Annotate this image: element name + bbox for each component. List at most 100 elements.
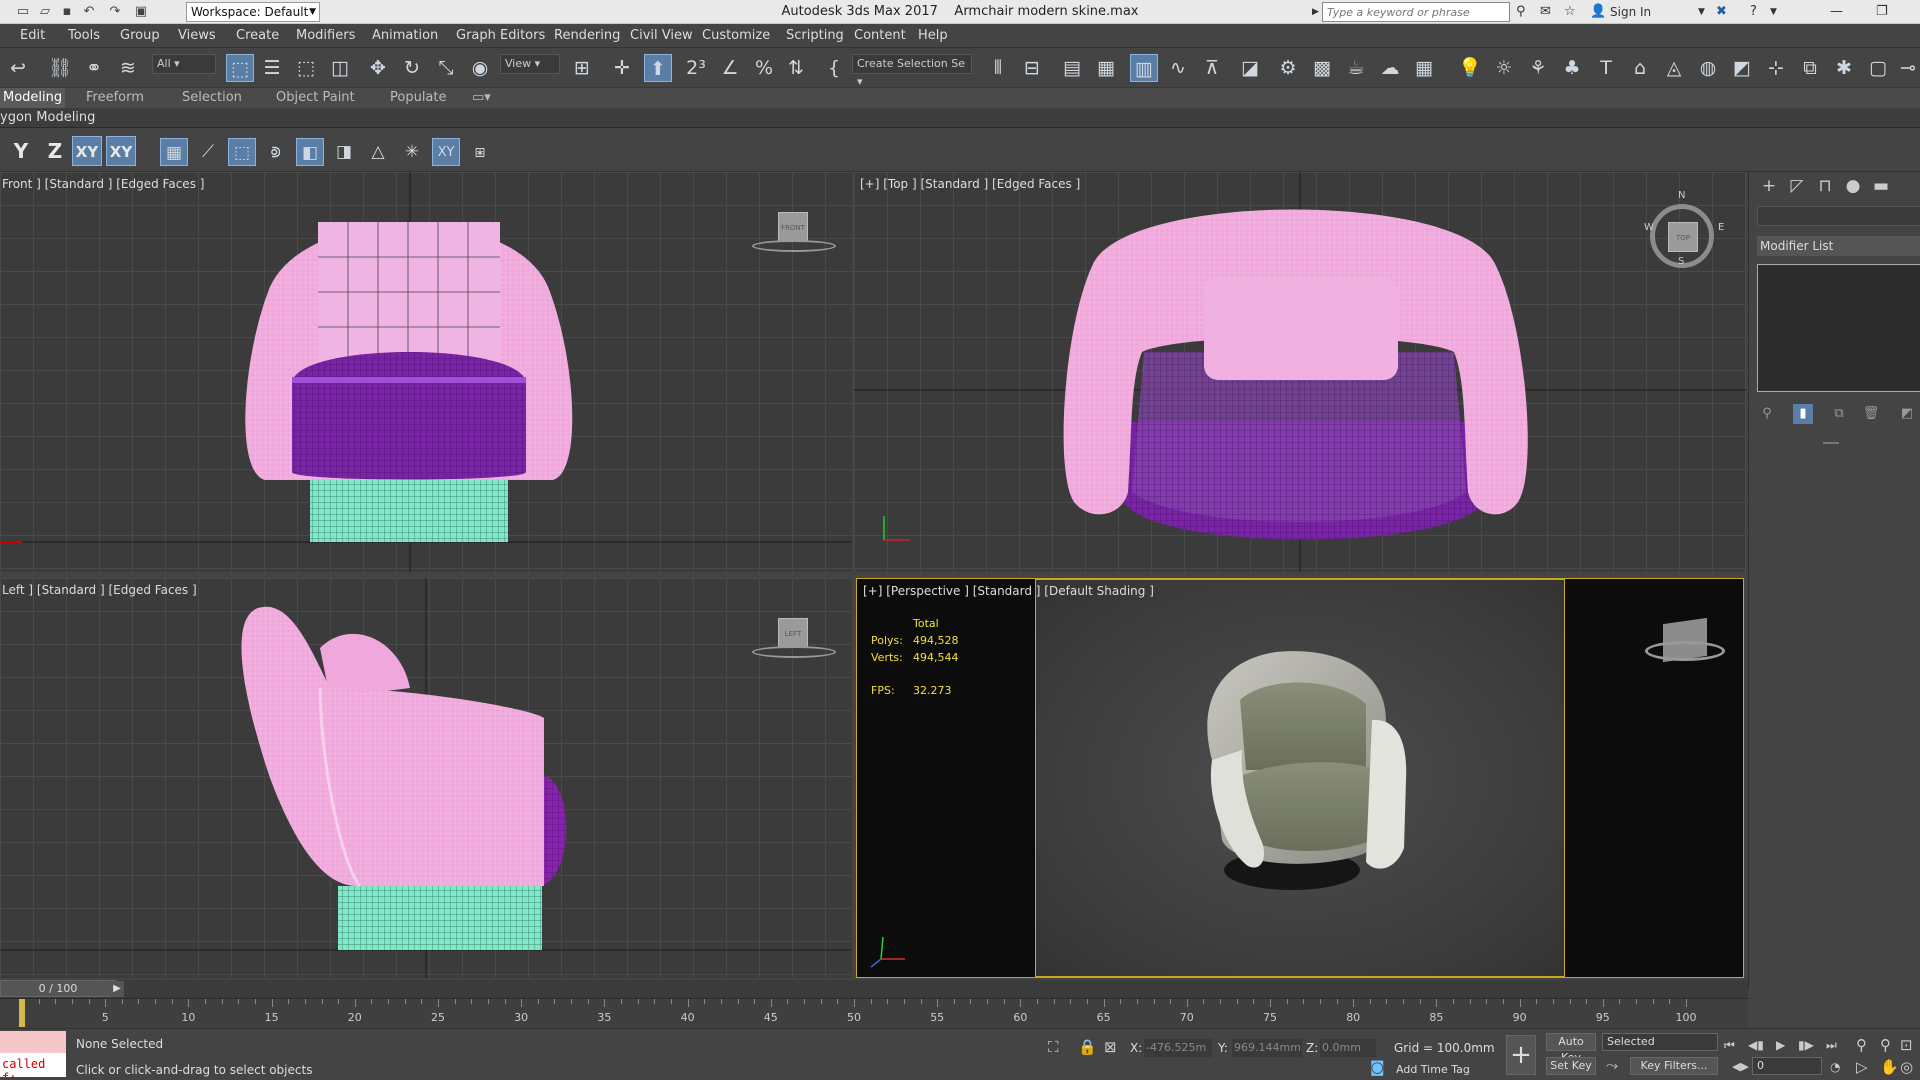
layer-explorer-icon[interactable]: ▦: [1092, 54, 1120, 82]
key-mode-toggle-icon[interactable]: ◀▶: [1732, 1057, 1749, 1077]
time-configuration-icon[interactable]: ◔: [1830, 1057, 1840, 1077]
orbit-view-icon[interactable]: ◎: [1900, 1057, 1913, 1077]
snap-bounding-box-icon[interactable]: ◨: [330, 138, 358, 166]
particle-icon[interactable]: ✱: [1830, 54, 1858, 82]
binoculars-icon[interactable]: ⚲: [1516, 3, 1526, 21]
add-time-tag-button[interactable]: Add Time Tag: [1396, 1063, 1470, 1076]
viewport-perspective[interactable]: [+] [Perspective ] [Standard ] [Default …: [856, 578, 1744, 978]
set-key-button[interactable]: Set Key: [1546, 1057, 1596, 1075]
time-tag-icon[interactable]: ◙: [1370, 1057, 1385, 1077]
track-bar[interactable]: 0510152025303540455055606570758085909510…: [0, 998, 1748, 1028]
toolbar-overflow-icon[interactable]: ⊸: [1894, 54, 1920, 82]
viewport-left[interactable]: Left ] [Standard ] [Edged Faces ] LEFT: [0, 578, 852, 978]
render-production-icon[interactable]: ☕: [1342, 54, 1370, 82]
selection-filter-dropdown[interactable]: All ▾: [152, 54, 216, 74]
tree-icon[interactable]: ♣: [1558, 54, 1586, 82]
help-icon[interactable]: ?: [1750, 3, 1757, 21]
snap-vertex-icon[interactable]: ⬚: [228, 138, 256, 166]
a360-gallery-icon[interactable]: ▦: [1410, 54, 1438, 82]
reference-coordinate-dropdown[interactable]: View ▾: [500, 54, 560, 74]
remove-modifier-icon[interactable]: 🗑: [1861, 404, 1881, 424]
current-frame-marker[interactable]: [19, 999, 25, 1027]
snap-options-icon[interactable]: ✳: [398, 138, 426, 166]
mirror-icon[interactable]: ⫴: [984, 54, 1012, 82]
redo-icon[interactable]: ↷: [106, 3, 124, 21]
scale-icon[interactable]: ⤡: [432, 54, 460, 82]
menu-group[interactable]: Group: [116, 24, 164, 48]
new-file-icon[interactable]: ▭: [14, 3, 32, 21]
spacing-tool-icon[interactable]: ⧉: [1796, 54, 1824, 82]
array-icon[interactable]: ⊹: [1762, 54, 1790, 82]
align-icon[interactable]: ⊟: [1018, 54, 1046, 82]
selection-lock-icon[interactable]: 🔒: [1078, 1037, 1097, 1057]
angle-snap-icon[interactable]: ∠: [716, 54, 744, 82]
modifier-list-dropdown[interactable]: Modifier List: [1757, 236, 1920, 256]
viewport-front[interactable]: Front ] [Standard ] [Edged Faces ] FRONT: [0, 172, 852, 572]
snap-tangent-icon[interactable]: △: [364, 138, 392, 166]
menu-civil-view[interactable]: Civil View: [626, 24, 697, 48]
favorites-star-icon[interactable]: ☆: [1564, 3, 1576, 21]
x-coord-field[interactable]: -476.525m: [1144, 1039, 1212, 1057]
helper-icon[interactable]: ⚘: [1524, 54, 1552, 82]
sign-in-link[interactable]: Sign In: [1610, 3, 1651, 21]
help-dropdown-icon[interactable]: ▼: [1770, 3, 1777, 21]
tab-object-paint[interactable]: Object Paint: [276, 88, 355, 108]
maxscript-listener[interactable]: called f:: [0, 1031, 66, 1080]
show-end-result-icon[interactable]: ▮: [1793, 404, 1813, 424]
axis-z-button[interactable]: Z: [40, 136, 70, 166]
material-editor-icon[interactable]: ◪: [1236, 54, 1264, 82]
workspace-dropdown[interactable]: Workspace: Default ▼: [186, 2, 320, 22]
container-icon[interactable]: ▢: [1864, 54, 1892, 82]
modify-tab-icon[interactable]: ◸: [1785, 174, 1809, 198]
shape-tool-icon[interactable]: ◬: [1660, 54, 1688, 82]
unlink-icon[interactable]: ⚭: [80, 54, 108, 82]
menu-graph-editors[interactable]: Graph Editors: [452, 24, 549, 48]
snap-edge-icon[interactable]: ⟄: [262, 138, 290, 166]
menu-create[interactable]: Create: [232, 24, 283, 48]
listener-input[interactable]: [0, 1031, 66, 1053]
current-frame-field[interactable]: 0: [1752, 1057, 1822, 1075]
menu-animation[interactable]: Animation: [368, 24, 442, 48]
snap-pivot-icon[interactable]: ⟋: [194, 138, 222, 166]
key-mode-dropdown[interactable]: Selected: [1602, 1033, 1718, 1051]
motion-tab-icon[interactable]: ●: [1841, 174, 1865, 198]
select-object-icon[interactable]: ⬚: [226, 54, 254, 82]
z-coord-field[interactable]: 0.0mm: [1320, 1039, 1376, 1057]
bind-space-warp-icon[interactable]: ≋: [114, 54, 142, 82]
tab-modeling[interactable]: Modeling: [0, 88, 66, 108]
object-properties-icon[interactable]: ◩: [1728, 54, 1756, 82]
axis-y-button[interactable]: Y: [6, 136, 36, 166]
set-keys-icon[interactable]: +: [1506, 1035, 1536, 1075]
menu-scripting[interactable]: Scripting: [782, 24, 848, 48]
text-tool-icon[interactable]: T: [1592, 54, 1620, 82]
move-icon[interactable]: ✥: [364, 54, 392, 82]
y-coord-field[interactable]: 969.144mm: [1232, 1039, 1302, 1057]
autodesk-exchange-icon[interactable]: ✖: [1716, 3, 1727, 21]
menu-customize[interactable]: Customize: [698, 24, 774, 48]
field-of-view-icon[interactable]: ▷: [1856, 1057, 1868, 1077]
menu-help[interactable]: Help: [914, 24, 952, 48]
select-manipulate-icon[interactable]: ✛: [608, 54, 636, 82]
orbit-icon[interactable]: ◍: [1694, 54, 1722, 82]
undo-icon[interactable]: ↶: [80, 3, 98, 21]
axis-xy-cycle-button[interactable]: XY: [106, 136, 136, 166]
zoom-extents-icon[interactable]: ⊡: [1900, 1035, 1913, 1055]
go-to-start-icon[interactable]: ⏮: [1724, 1035, 1735, 1055]
rotate-icon[interactable]: ↻: [398, 54, 426, 82]
key-filters-button[interactable]: Key Filters...: [1630, 1057, 1718, 1075]
render-in-cloud-icon[interactable]: ☁: [1376, 54, 1404, 82]
communication-icon[interactable]: ✉: [1540, 3, 1551, 21]
object-name-field[interactable]: [1757, 206, 1920, 226]
time-slider-next-icon[interactable]: ▶: [110, 981, 124, 997]
restore-icon[interactable]: ❐: [1876, 3, 1888, 21]
search-input[interactable]: [1322, 2, 1510, 22]
select-and-link-icon[interactable]: ⛓: [46, 54, 74, 82]
spinner-snap-icon[interactable]: ⇅: [782, 54, 810, 82]
tab-populate[interactable]: Populate: [390, 88, 447, 108]
snap-face-icon[interactable]: ◧: [296, 138, 324, 166]
snaps-toggle-icon[interactable]: 2³: [682, 54, 710, 82]
next-frame-icon[interactable]: ▮▶: [1798, 1035, 1814, 1055]
menu-modifiers[interactable]: Modifiers: [292, 24, 359, 48]
go-to-end-icon[interactable]: ⏭: [1826, 1035, 1837, 1055]
scene-explorer-icon[interactable]: ▤: [1058, 54, 1086, 82]
